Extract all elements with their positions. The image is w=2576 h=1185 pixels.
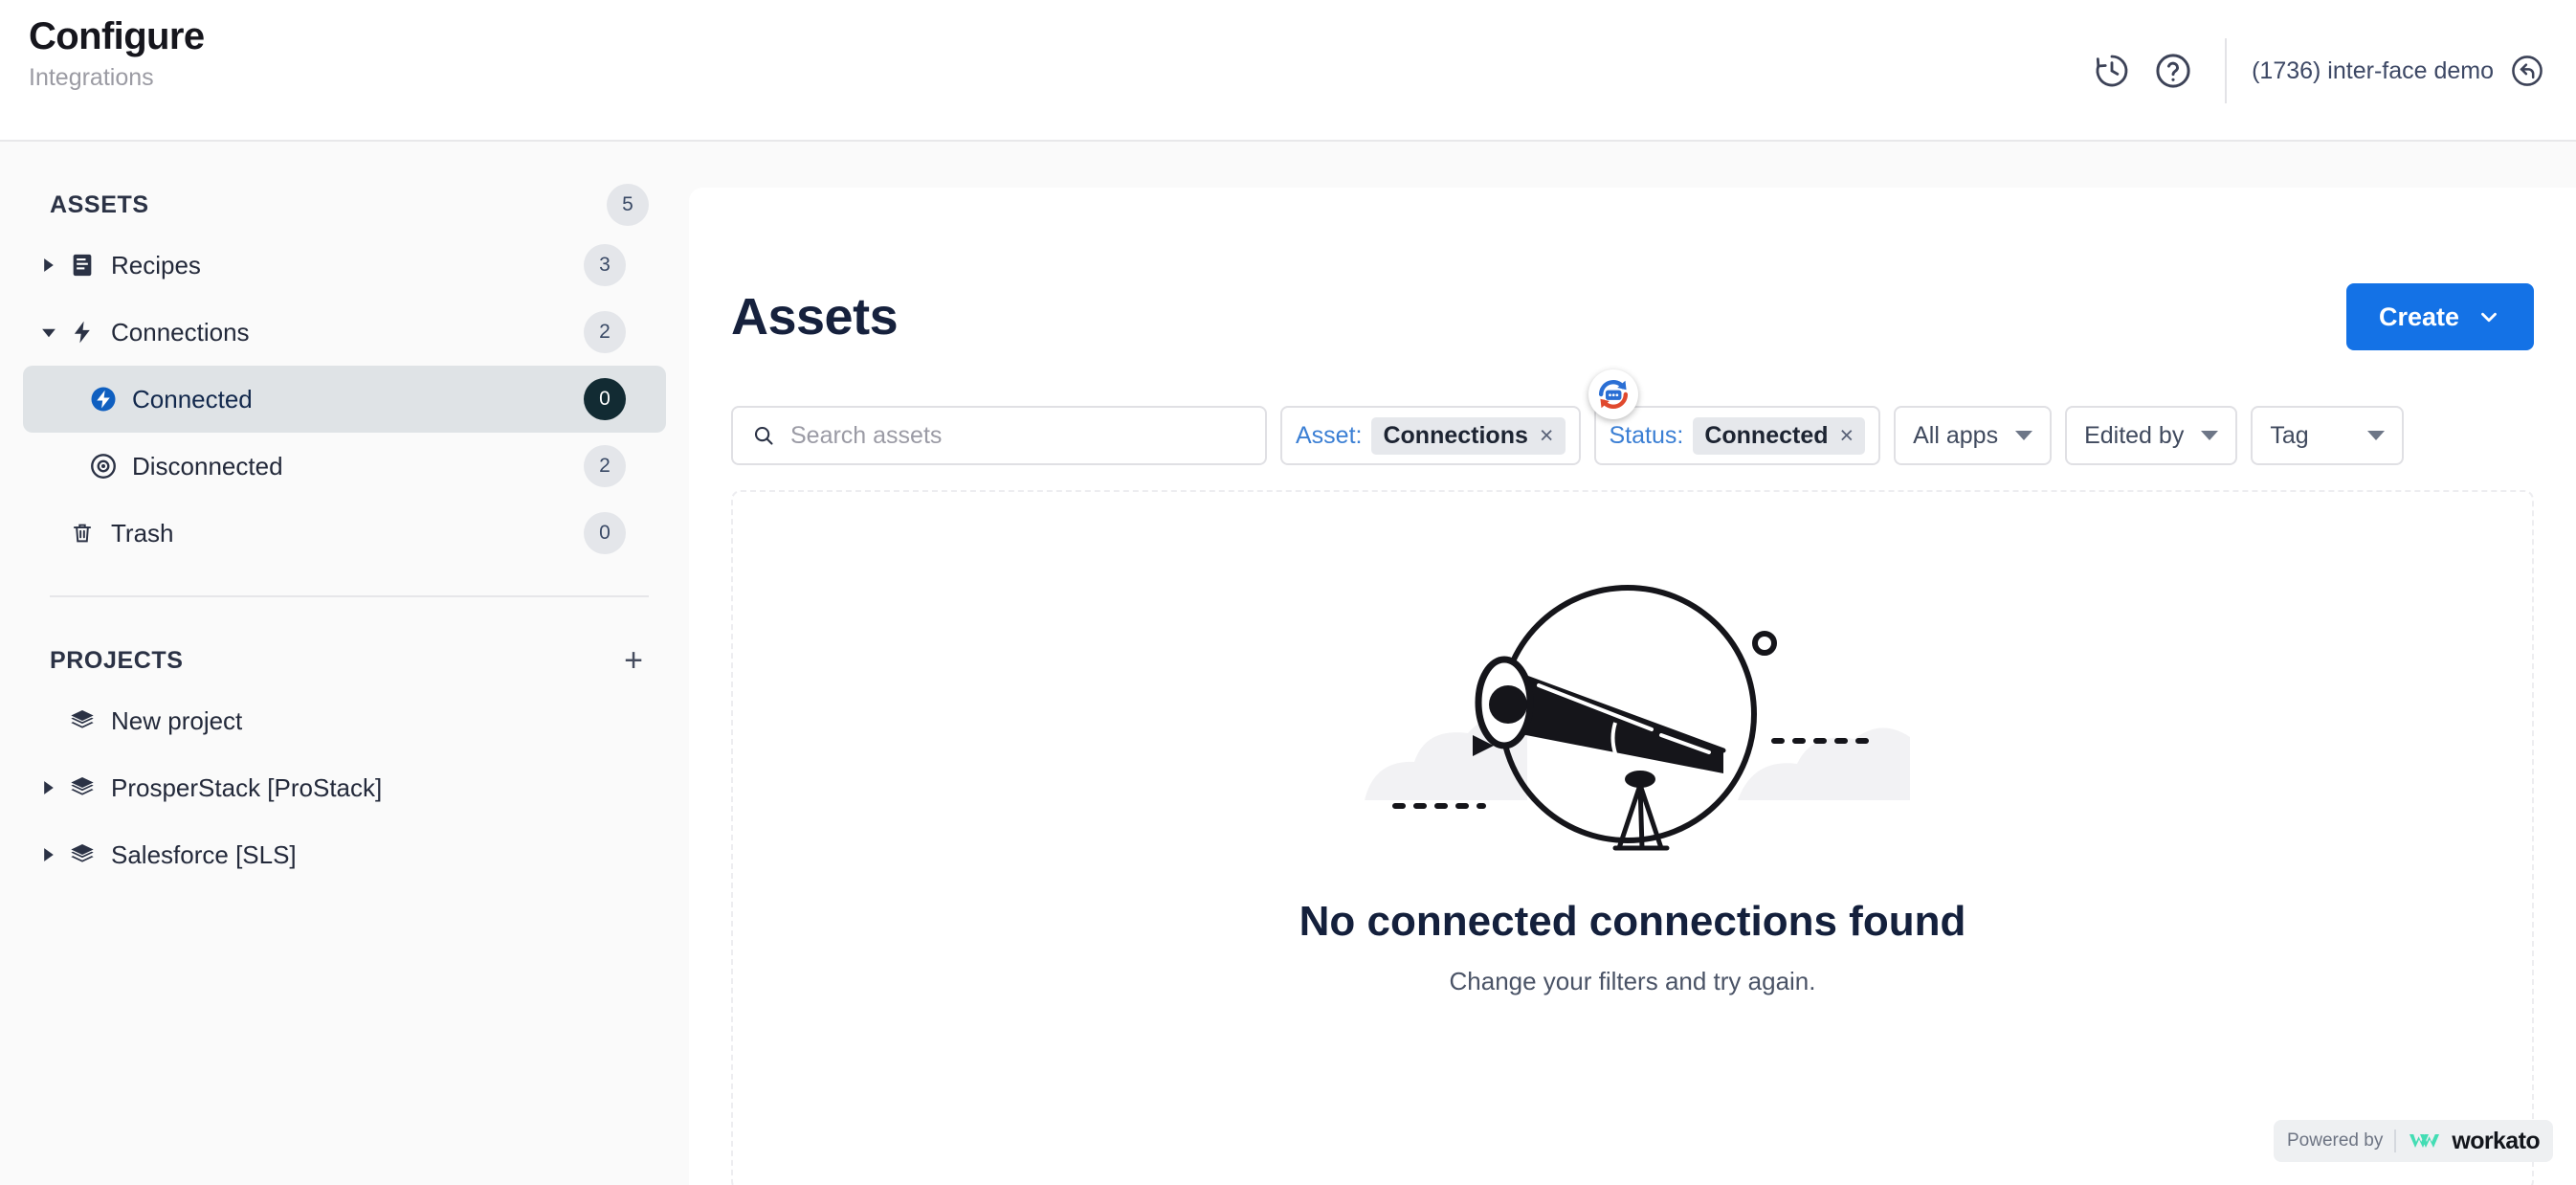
search-input[interactable] bbox=[789, 421, 1246, 450]
sidebar-item-trash[interactable]: Trash 0 bbox=[23, 500, 666, 567]
sync-arrows-icon bbox=[1598, 379, 1629, 410]
help-button[interactable] bbox=[2143, 40, 2204, 101]
sidebar-item-label: ProsperStack [ProStack] bbox=[111, 772, 383, 802]
filter-chip-status[interactable]: Status: Connected × bbox=[1593, 406, 1881, 465]
sidebar-item-connected[interactable]: Connected 0 bbox=[23, 366, 666, 433]
sidebar-section-assets: ASSETS 5 bbox=[0, 178, 689, 232]
top-bar-actions: (1736) inter-face demo bbox=[2081, 0, 2549, 142]
chevron-down-icon bbox=[2201, 431, 2219, 440]
top-bar: Configure Integrations (1736) inter-face… bbox=[0, 0, 2576, 142]
sidebar-section-projects: PROJECTS + bbox=[0, 634, 689, 687]
filter-edited-by[interactable]: Edited by bbox=[2065, 406, 2238, 465]
workato-wordmark: workato bbox=[2452, 1127, 2540, 1154]
filter-chip-value: Connections bbox=[1383, 421, 1528, 449]
connected-count-badge: 0 bbox=[584, 378, 626, 420]
disconnected-icon bbox=[82, 452, 124, 481]
main-header: Assets Create bbox=[731, 283, 2534, 350]
layers-icon bbox=[61, 774, 103, 801]
projects-section-title: PROJECTS bbox=[50, 646, 184, 674]
add-project-button[interactable]: + bbox=[618, 644, 649, 677]
sync-overlay-badge[interactable] bbox=[1588, 369, 1638, 419]
connections-count-badge: 2 bbox=[584, 311, 626, 353]
sidebar-item-label: Disconnected bbox=[132, 451, 283, 481]
assets-count-badge: 5 bbox=[607, 184, 649, 226]
clock-history-icon bbox=[2096, 55, 2128, 87]
top-bar-divider bbox=[2225, 38, 2228, 103]
layers-icon bbox=[61, 707, 103, 734]
chevron-right-icon[interactable] bbox=[36, 780, 61, 795]
filter-chip-value: Connected bbox=[1704, 421, 1829, 449]
sidebar-item-prosperstack[interactable]: ProsperStack [ProStack] bbox=[23, 754, 666, 821]
return-arrow-icon bbox=[2512, 56, 2543, 86]
chevron-right-icon[interactable] bbox=[36, 257, 61, 273]
page-subheading: Integrations bbox=[29, 64, 154, 91]
sidebar-item-label: Connections bbox=[111, 317, 250, 347]
powered-by-label: Powered by bbox=[2287, 1130, 2384, 1151]
page-heading: Configure bbox=[29, 15, 205, 57]
main-panel: Assets Create Asset: Connections bbox=[689, 188, 2576, 1185]
powered-by-badge: Powered by workato bbox=[2274, 1120, 2553, 1162]
search-assets-box[interactable] bbox=[731, 406, 1267, 465]
account-name: (1736) inter-face demo bbox=[2252, 56, 2494, 84]
sidebar-item-salesforce[interactable]: Salesforce [SLS] bbox=[23, 821, 666, 888]
remove-filter-icon[interactable]: × bbox=[1840, 422, 1854, 450]
sidebar-item-label: Recipes bbox=[111, 250, 201, 279]
filter-tag-label: Tag bbox=[2270, 421, 2309, 449]
connected-icon bbox=[82, 385, 124, 414]
brand-block: Configure Integrations bbox=[29, 13, 205, 94]
sidebar-divider bbox=[50, 595, 649, 597]
app-root: Configure Integrations (1736) inter-face… bbox=[0, 0, 2576, 1185]
recipes-count-badge: 3 bbox=[584, 244, 626, 286]
sidebar-item-label: Salesforce [SLS] bbox=[111, 839, 297, 869]
account-menu[interactable]: (1736) inter-face demo bbox=[2252, 53, 2549, 89]
question-circle-icon bbox=[2156, 54, 2190, 88]
sidebar-item-label: Trash bbox=[111, 518, 174, 548]
powered-by-divider bbox=[2394, 1129, 2397, 1152]
empty-state-title: No connected connections found bbox=[1299, 898, 1966, 945]
workato-logo-icon bbox=[2409, 1134, 2440, 1148]
recipes-icon bbox=[61, 252, 103, 279]
search-icon bbox=[754, 426, 773, 445]
sidebar-item-new-project[interactable]: New project bbox=[23, 687, 666, 754]
chevron-down-icon bbox=[2367, 431, 2386, 440]
filter-chip-value-wrap: Connections × bbox=[1371, 416, 1566, 455]
sidebar-item-recipes[interactable]: Recipes 3 bbox=[23, 232, 666, 299]
sidebar: ASSETS 5 Recipes 3 Connections 2 Connect… bbox=[0, 142, 689, 1185]
filter-all-apps-label: All apps bbox=[1913, 421, 1999, 449]
sidebar-item-connections[interactable]: Connections 2 bbox=[23, 299, 666, 366]
filter-tag[interactable]: Tag bbox=[2251, 406, 2405, 465]
disconnected-count-badge: 2 bbox=[584, 445, 626, 487]
empty-state-subtitle: Change your filters and try again. bbox=[1449, 967, 1816, 995]
remove-filter-icon[interactable]: × bbox=[1540, 422, 1554, 450]
trash-count-badge: 0 bbox=[584, 512, 626, 554]
empty-state-card: No connected connections found Change yo… bbox=[731, 490, 2534, 1185]
history-button[interactable] bbox=[2081, 40, 2143, 101]
filter-chip-value-wrap: Connected × bbox=[1693, 416, 1866, 455]
chevron-down-icon[interactable] bbox=[36, 324, 61, 340]
assets-section-title: ASSETS bbox=[50, 190, 149, 218]
filter-all-apps[interactable]: All apps bbox=[1894, 406, 2053, 465]
page-title: Assets bbox=[731, 288, 899, 346]
create-button[interactable]: Create bbox=[2345, 283, 2534, 350]
chevron-down-icon bbox=[2015, 431, 2033, 440]
filter-chip-asset[interactable]: Asset: Connections × bbox=[1280, 406, 1581, 465]
sidebar-item-label: Connected bbox=[132, 384, 253, 414]
sidebar-item-label: New project bbox=[111, 705, 243, 735]
chevron-right-icon[interactable] bbox=[36, 847, 61, 862]
telescope-illustration bbox=[1336, 561, 1929, 877]
layers-icon bbox=[61, 841, 103, 868]
lightning-icon bbox=[61, 320, 103, 345]
sidebar-item-disconnected[interactable]: Disconnected 2 bbox=[23, 433, 666, 500]
filter-chip-key: Asset: bbox=[1296, 421, 1363, 449]
filter-chip-key: Status: bbox=[1609, 421, 1684, 449]
trash-icon bbox=[61, 521, 103, 546]
filter-edited-by-label: Edited by bbox=[2084, 421, 2185, 449]
create-button-label: Create bbox=[2378, 302, 2459, 331]
chevron-down-icon bbox=[2481, 312, 2497, 323]
